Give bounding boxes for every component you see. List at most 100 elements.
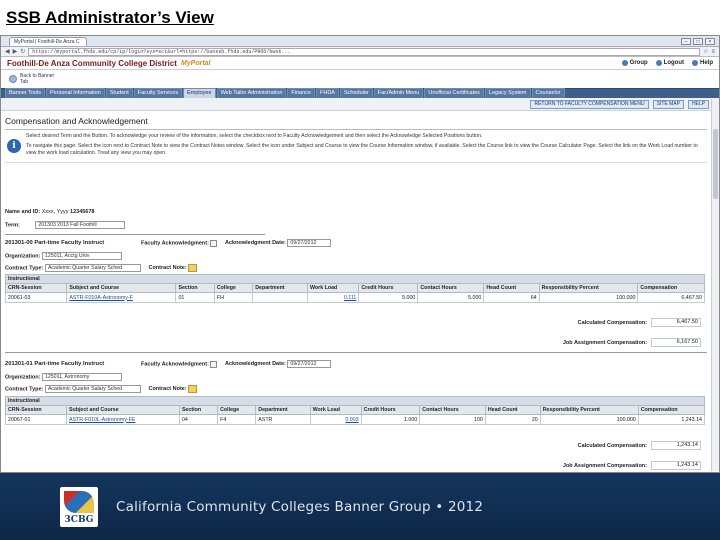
contract-note-icon[interactable] [188, 264, 198, 272]
table-cell: ASTR [255, 414, 311, 425]
work-load-link[interactable]: 0.111 [344, 295, 356, 301]
tab-personal-information[interactable]: Personal Information [46, 88, 105, 98]
portal-header: Foothill-De Anza Community College Distr… [1, 57, 719, 70]
column-header: CRN-Session [4, 283, 68, 293]
tab-fhda[interactable]: FHDA [316, 88, 339, 98]
tab-student[interactable]: Student [105, 88, 133, 98]
group-link[interactable]: Group [621, 60, 648, 66]
table-cell: 1.000 [360, 414, 421, 425]
3cbg-logo: 3CBG [60, 486, 98, 527]
table-cell[interactable]: 0.111 [306, 292, 360, 303]
work-load-link[interactable]: 0.003 [345, 417, 358, 423]
group-header: Instructional [5, 396, 705, 406]
institution-name: Foothill-De Anza Community College Distr… [7, 58, 177, 68]
slide-footer: 3CBG California Community Colleges Banne… [0, 473, 720, 540]
forward-arrow-icon[interactable]: ▶ [13, 48, 18, 55]
table-cell[interactable]: ASTR-F010A-Astronomy-F [66, 292, 177, 303]
column-header: Subject and Course [66, 283, 177, 293]
contract-note-icon[interactable] [188, 385, 198, 393]
term-label: Term: [5, 222, 20, 229]
ack-date-field: 09/27/2012 [287, 360, 332, 368]
back-to-banner[interactable]: Back to Banner Tab [1, 70, 719, 88]
faculty-ack-checkbox[interactable] [210, 360, 218, 368]
course-link[interactable]: ASTR-F010A-Astronomy-F [69, 295, 133, 301]
portal-brand: MyPortal [180, 59, 211, 67]
compensation-table: Instructional CRN-Session Subject and Cou… [5, 396, 706, 425]
table-cell: 01 [175, 292, 215, 303]
tab-banner-tools[interactable]: Banner Tools [5, 88, 46, 98]
help-icon [691, 60, 698, 66]
column-header: College [217, 405, 257, 415]
table-row: 20061-03 ASTR-F010A-Astronomy-F 01 FH 0.111 5… [4, 292, 705, 303]
tab-web-tailor-administration[interactable]: Web Tailor Administration [216, 88, 287, 98]
group-header: Instructional [5, 274, 705, 284]
organization-row: Organization: 125011, Acctg Univ [5, 252, 122, 260]
column-header: Subject and Course [65, 405, 180, 415]
table-cell: 1,243.14 [637, 414, 706, 425]
column-header: Contact Hours [419, 405, 486, 415]
name-id-row: Name and ID: Xxxx, Yyyy 12345678 [5, 209, 95, 215]
browser-tab[interactable]: MyPortal | Foothill-De Anza C [9, 36, 87, 46]
column-header: Compensation [637, 405, 706, 415]
info-paragraph-2: To navigate this page: Select the icon n… [26, 143, 698, 156]
table-cell: 5.000 [358, 292, 419, 303]
job-assignment-compensation: Job Assignment Compensation: 6,167.50 [541, 338, 701, 347]
tab-faculty-services[interactable]: Faculty Services [133, 88, 183, 98]
column-header: Head Count [483, 283, 540, 293]
term-field[interactable]: 201303 2013 Fall Foothill [35, 221, 126, 229]
organization-field: 125011, Acctg Univ [41, 252, 122, 260]
calculated-compensation: Calculated Compensation: 1,243.14 [541, 441, 701, 450]
help-link[interactable]: Help [691, 60, 713, 66]
contract-type-row: Contract Type: Academic Quarter Salary S… [5, 385, 198, 393]
table-cell: 5.000 [417, 292, 485, 303]
tab-counselor[interactable]: Counselor [531, 88, 565, 98]
table-cell[interactable]: 0.003 [309, 414, 362, 425]
tab-finance[interactable]: Finance [287, 88, 315, 98]
wrench-icon[interactable]: ≡ [711, 49, 715, 55]
tab-scheduler[interactable]: Scheduler [339, 88, 373, 98]
contract-type-row: Contract Type: Academic Quarter Salary S… [5, 264, 198, 272]
tab-legacy-system[interactable]: Legacy System [484, 88, 531, 98]
table-cell: 6,467.50 [637, 292, 705, 303]
close-icon[interactable]: × [705, 37, 715, 45]
group-icon [621, 60, 628, 66]
minimize-icon[interactable]: – [681, 37, 691, 45]
ack-date-field: 09/27/2012 [287, 239, 332, 247]
site-map-button[interactable]: SITE MAP [652, 99, 684, 109]
section-title: 201301-01 Part-time Faculty Instruct [5, 361, 105, 367]
logout-link[interactable]: Logout [655, 60, 684, 66]
star-icon[interactable]: ☆ [703, 48, 708, 55]
help-button[interactable]: HELP [687, 99, 709, 109]
column-header: Department [255, 405, 311, 415]
back-arrow-icon[interactable]: ◀ [5, 48, 10, 55]
divider [5, 234, 265, 235]
return-to-menu-button[interactable]: RETURN TO FACULTY COMPENSATION MENU [530, 99, 649, 109]
column-header: Contact Hours [417, 283, 485, 293]
column-header: Credit Hours [358, 283, 419, 293]
info-paragraph-1: Select desired Term and the Button. To a… [26, 133, 483, 139]
column-header: CRN-Session [5, 405, 67, 415]
column-header: Work Load [309, 405, 362, 415]
faculty-ack-checkbox[interactable] [210, 239, 218, 247]
organization-row: Organization: 125011, Astronomy [5, 373, 122, 381]
table-cell[interactable]: ASTR-F010L-Astronomy-FE [65, 414, 180, 425]
name-label: Name and ID: [5, 209, 41, 215]
scrollbar-thumb[interactable] [713, 129, 718, 199]
tab-employee[interactable]: Employee [183, 88, 216, 98]
term-row: Term: 201303 2013 Fall Foothill [5, 221, 126, 229]
table-cell: 20 [484, 414, 541, 425]
maximize-icon[interactable]: □ [693, 37, 703, 45]
vertical-scrollbar[interactable] [711, 99, 719, 471]
reload-icon[interactable]: ↻ [20, 48, 25, 55]
table-row: 20067-01 ASTR-F010L-Astronomy-FE 04 F4 ASTR 0… [5, 414, 706, 425]
table-cell: 100.000 [539, 414, 639, 425]
address-bar[interactable]: https://myportal.fhda.edu/cp/ip/login?sy… [28, 47, 701, 56]
logo-text: 3CBG [64, 514, 94, 525]
contract-type-field: Academic Quarter Salary Sched [44, 385, 141, 393]
column-header: Work Load [306, 283, 360, 293]
course-link[interactable]: ASTR-F010L-Astronomy-FE [69, 417, 136, 423]
tab-fac-admin-menu[interactable]: Fac/Admin Menu [373, 88, 424, 98]
tab-unofficial-certificates[interactable]: Unofficial Certificates [424, 88, 484, 98]
table-cell: 20061-03 [4, 292, 68, 303]
divider [5, 352, 707, 353]
